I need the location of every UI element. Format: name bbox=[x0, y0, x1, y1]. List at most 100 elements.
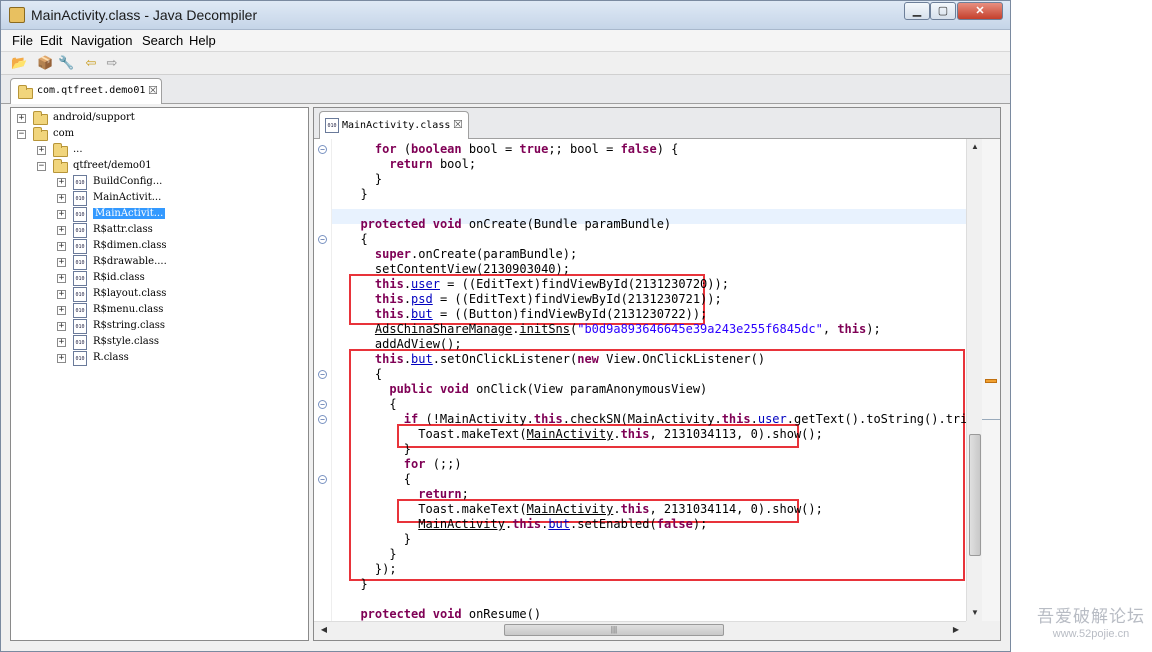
tree-expander-icon[interactable]: + bbox=[17, 114, 26, 123]
tree-item-label: android/support bbox=[53, 112, 135, 123]
code-line: for (;;) bbox=[346, 457, 462, 472]
fold-toggle-icon[interactable]: − bbox=[318, 235, 327, 244]
code-token: . bbox=[750, 412, 758, 426]
tree-item[interactable]: +010 R.class bbox=[11, 351, 308, 367]
tree-expander-icon[interactable]: + bbox=[57, 178, 66, 187]
tree-expander-icon[interactable]: + bbox=[57, 194, 66, 203]
scroll-up-arrow-icon[interactable]: ▲ bbox=[967, 142, 983, 151]
tree-item[interactable]: +010 R$style.class bbox=[11, 335, 308, 351]
tab-mainactivity-class[interactable]: 010 MainActivity.class ☒ bbox=[319, 111, 469, 139]
fold-toggle-icon[interactable]: − bbox=[318, 415, 327, 424]
back-arrow-icon[interactable]: ⇦ bbox=[83, 55, 99, 70]
code-token: (;;) bbox=[425, 457, 462, 471]
code-line: this.but.setOnClickListener(new View.OnC… bbox=[346, 352, 765, 367]
class-file-icon: 010 bbox=[73, 335, 87, 350]
code-token: { bbox=[346, 232, 368, 246]
maximize-button[interactable]: ▢ bbox=[930, 2, 956, 20]
tree-expander-icon[interactable]: − bbox=[37, 162, 46, 171]
code-token: = ((EditText)findViewById(2131230721)); bbox=[432, 292, 722, 306]
tab-archive[interactable]: com.qtfreet.demo01 ☒ bbox=[10, 78, 162, 104]
code-token: super bbox=[374, 247, 412, 261]
vertical-scrollbar[interactable]: ▲ ▼ bbox=[966, 139, 983, 621]
tree-expander-icon[interactable]: − bbox=[17, 130, 26, 139]
code-line: MainActivity.this.but.setEnabled(false); bbox=[346, 517, 707, 532]
open-type-icon[interactable]: 📦 bbox=[37, 55, 53, 70]
tree-item[interactable]: + android/support bbox=[11, 111, 308, 127]
code-token: bool; bbox=[432, 157, 477, 171]
code-line: }); bbox=[346, 562, 397, 577]
fold-toggle-icon[interactable]: − bbox=[318, 370, 327, 379]
scroll-left-arrow-icon[interactable]: ◀ bbox=[316, 625, 332, 634]
tree-item[interactable]: − com bbox=[11, 127, 308, 143]
code-line: if (!MainActivity.this.checkSN(MainActiv… bbox=[346, 412, 966, 427]
code-token: .checkSN(MainActivity. bbox=[562, 412, 722, 426]
menu-file[interactable]: File bbox=[12, 33, 33, 48]
code-token: { bbox=[346, 367, 383, 381]
code-token: if bbox=[403, 412, 419, 426]
tree-item-label-selected: MainActivit... bbox=[93, 208, 166, 219]
code-token: } bbox=[346, 172, 383, 186]
fold-toggle-icon[interactable]: − bbox=[318, 475, 327, 484]
menu-edit[interactable]: Edit bbox=[40, 33, 62, 48]
tree-expander-icon[interactable]: + bbox=[57, 210, 66, 219]
close-button[interactable]: ✕ bbox=[957, 2, 1003, 20]
tree-item[interactable]: +010 MainActivit... bbox=[11, 207, 308, 223]
fold-toggle-icon[interactable]: − bbox=[318, 400, 327, 409]
tree-expander-icon[interactable]: + bbox=[57, 306, 66, 315]
menu-help[interactable]: Help bbox=[189, 33, 216, 48]
code-token: = ((EditText)findViewById(2131230720)); bbox=[439, 277, 729, 291]
code-line: Toast.makeText(MainActivity.this, 213103… bbox=[346, 427, 823, 442]
tree-item[interactable]: +010 MainActivit... bbox=[11, 191, 308, 207]
horizontal-scroll-thumb[interactable]: ||| bbox=[504, 624, 724, 636]
scroll-right-arrow-icon[interactable]: ▶ bbox=[948, 625, 964, 634]
scroll-down-arrow-icon[interactable]: ▼ bbox=[967, 608, 983, 617]
tree-item[interactable]: +010 R$layout.class bbox=[11, 287, 308, 303]
tree-item[interactable]: +010 R$drawable.... bbox=[11, 255, 308, 271]
tree-item[interactable]: +... bbox=[11, 143, 308, 159]
code-token: }); bbox=[346, 562, 397, 576]
overview-marker[interactable] bbox=[985, 379, 997, 383]
tree-expander-icon[interactable]: + bbox=[37, 146, 46, 155]
minimize-button[interactable]: ▁ bbox=[904, 2, 930, 20]
tree-expander-icon[interactable]: + bbox=[57, 258, 66, 267]
code-view[interactable]: − − − − − − for (boolean bool = true;; bool =… bbox=[314, 139, 966, 621]
close-icon[interactable]: ☒ bbox=[453, 118, 463, 131]
open-file-icon[interactable]: 📂 bbox=[11, 55, 27, 70]
code-token: } bbox=[346, 547, 397, 561]
forward-arrow-icon[interactable]: ⇨ bbox=[104, 55, 120, 70]
tree-expander-icon[interactable]: + bbox=[57, 322, 66, 331]
tree-item-label: R$id.class bbox=[93, 272, 145, 283]
vertical-scroll-thumb[interactable] bbox=[969, 434, 981, 556]
tree-item[interactable]: − qtfreet/demo01 bbox=[11, 159, 308, 175]
editor-pane: 010 MainActivity.class ☒ − − − − − − for (boo… bbox=[313, 107, 1001, 641]
tree-expander-icon[interactable]: + bbox=[57, 274, 66, 283]
code-token: protected bbox=[360, 217, 426, 231]
close-icon[interactable]: ☒ bbox=[148, 84, 158, 97]
code-token: return bbox=[389, 157, 433, 171]
menu-search[interactable]: Search bbox=[142, 33, 183, 48]
app-icon bbox=[9, 7, 25, 23]
tree-expander-icon[interactable]: + bbox=[57, 354, 66, 363]
class-file-icon: 010 bbox=[73, 255, 87, 270]
fold-toggle-icon[interactable]: − bbox=[318, 145, 327, 154]
tree-item-label: R$string.class bbox=[93, 320, 166, 331]
code-token: bool = bbox=[461, 142, 520, 156]
tree-item[interactable]: +010 BuildConfig... bbox=[11, 175, 308, 191]
tree-item[interactable]: +010 R$string.class bbox=[11, 319, 308, 335]
horizontal-scrollbar[interactable]: ◀ ||| ▶ bbox=[314, 621, 966, 639]
menu-navigation[interactable]: Navigation bbox=[71, 33, 132, 48]
code-token: onClick(View paramAnonymousView) bbox=[468, 382, 708, 396]
tree-item[interactable]: +010 R$dimen.class bbox=[11, 239, 308, 255]
tree-expander-icon[interactable]: + bbox=[57, 242, 66, 251]
tree-expander-icon[interactable]: + bbox=[57, 226, 66, 235]
code-token: user bbox=[757, 412, 787, 426]
code-token: Toast.makeText( bbox=[346, 502, 527, 516]
tree-item[interactable]: +010 R$id.class bbox=[11, 271, 308, 287]
tree-item[interactable]: +010 R$attr.class bbox=[11, 223, 308, 239]
search-icon[interactable]: 🔧 bbox=[58, 55, 74, 70]
tree-expander-icon[interactable]: + bbox=[57, 290, 66, 299]
tree-expander-icon[interactable]: + bbox=[57, 338, 66, 347]
code-token: but bbox=[411, 307, 433, 321]
tree-item[interactable]: +010 R$menu.class bbox=[11, 303, 308, 319]
code-token: void bbox=[432, 217, 462, 231]
